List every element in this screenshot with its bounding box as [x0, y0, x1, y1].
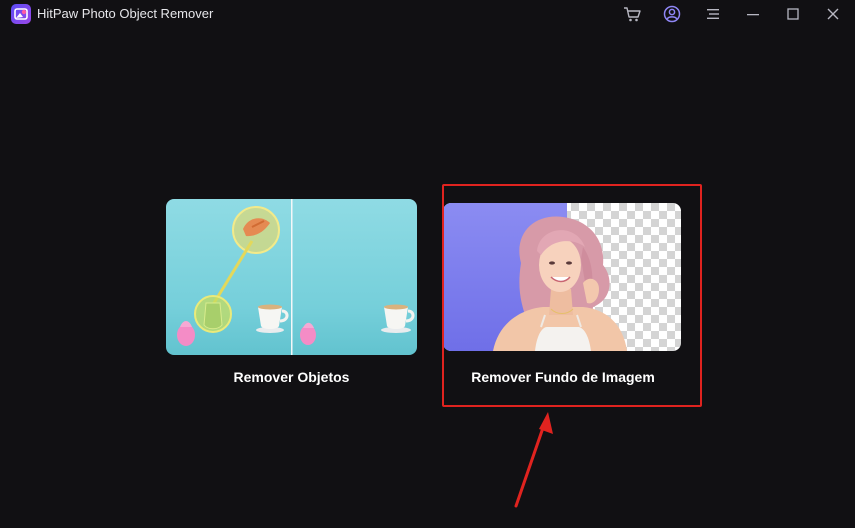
annotation-arrow [514, 412, 553, 508]
maximize-icon[interactable] [783, 5, 803, 23]
app-title: HitPaw Photo Object Remover [37, 6, 214, 21]
remove-background-preview-image [443, 203, 681, 351]
remove-objects-preview-image [166, 199, 417, 355]
close-icon[interactable] [823, 5, 843, 23]
remove-background-card[interactable]: Remover Fundo de Imagem [443, 203, 683, 393]
user-account-icon[interactable] [662, 5, 682, 23]
remove-objects-label[interactable]: Remover Objetos [166, 369, 417, 385]
app-logo-icon [11, 4, 31, 24]
minimize-icon[interactable] [743, 5, 763, 23]
remove-objects-card[interactable]: Remover Objetos [166, 199, 418, 394]
menu-icon[interactable] [703, 5, 723, 23]
remove-background-label[interactable]: Remover Fundo de Imagem [443, 369, 683, 385]
cart-icon[interactable] [622, 5, 642, 23]
title-bar: HitPaw Photo Object Remover [0, 0, 855, 28]
